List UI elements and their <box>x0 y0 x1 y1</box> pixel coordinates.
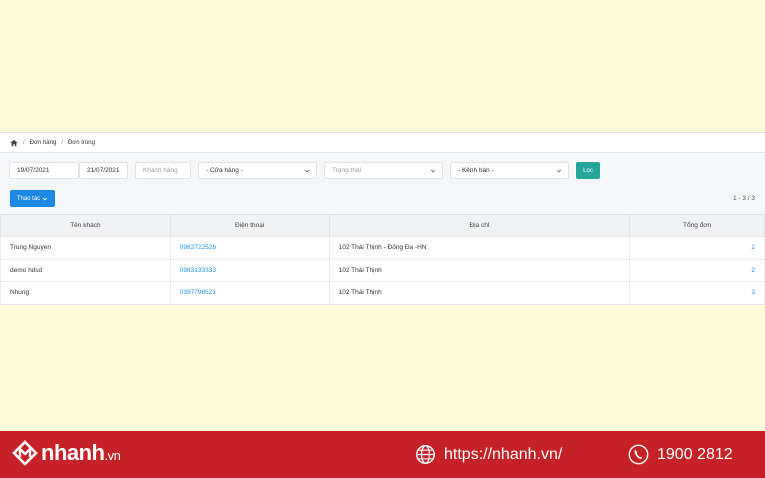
chevron-down-icon <box>43 197 48 201</box>
filter-button[interactable]: Lọc <box>576 162 600 179</box>
column-header-address[interactable]: Địa chỉ <box>328 214 631 237</box>
customer-address: 102 Thái Thịnh <box>328 258 631 282</box>
pagination-info: 1 - 3 / 3 <box>732 195 755 202</box>
customer-phone-link[interactable]: 0983133333 <box>169 258 330 282</box>
breadcrumb-duplicate-orders: Đơn trùng <box>67 139 95 146</box>
store-select[interactable]: - Cửa hàng - <box>198 162 317 179</box>
website-info: https://nhanh.vn/ <box>415 444 562 465</box>
duplicate-orders-table: Tên khách Điện thoại Địa chỉ Tổng đơn Tr… <box>0 214 765 305</box>
actions-dropdown-button[interactable]: Thao tác <box>10 190 55 207</box>
actions-label: Thao tác <box>16 195 41 202</box>
brand-footer: nhanh.vn https://nhanh.vn/ 1900 2812 <box>0 431 765 478</box>
total-orders-link[interactable]: 3 <box>629 281 765 305</box>
breadcrumb-separator: / <box>61 139 63 146</box>
table-row: Trung Nguyen 0982722526 102 Thái Thịnh -… <box>0 236 765 260</box>
customer-input[interactable]: Khách hàng <box>135 162 191 179</box>
total-orders-link[interactable]: 2 <box>629 236 765 260</box>
date-from-input[interactable]: 19/07/2021 <box>9 162 79 179</box>
customer-address: 102 Thái Thịnh <box>328 281 631 305</box>
globe-icon <box>416 445 435 464</box>
customer-phone-link[interactable]: 0982722526 <box>169 236 330 260</box>
column-header-customer[interactable]: Tên khách <box>0 214 171 237</box>
table-row: demo hdsd 0983133333 102 Thái Thịnh 2 <box>0 258 765 282</box>
nhanh-logo: nhanh.vn <box>12 440 121 466</box>
hotline-number[interactable]: 1900 2812 <box>657 446 733 464</box>
customer-name: Nhung <box>0 281 171 305</box>
chevron-down-icon <box>430 169 436 173</box>
chevron-down-icon <box>556 169 562 173</box>
column-header-total-orders[interactable]: Tổng đơn <box>629 214 765 237</box>
column-header-phone[interactable]: Điện thoại <box>169 214 330 237</box>
date-to-input[interactable]: 21/07/2021 <box>79 162 128 179</box>
nhanh-logo-icon <box>12 440 38 466</box>
breadcrumb: / Đơn hàng / Đơn trùng <box>0 133 765 153</box>
breadcrumb-orders[interactable]: Đơn hàng <box>30 140 57 146</box>
total-orders-link[interactable]: 2 <box>629 258 765 282</box>
status-select[interactable]: Trạng thái <box>324 162 443 179</box>
brand-name: nhanh.vn <box>41 440 121 465</box>
phone-icon <box>628 444 649 465</box>
website-link[interactable]: https://nhanh.vn/ <box>444 446 562 464</box>
hotline-info: 1900 2812 <box>628 444 733 465</box>
customer-name: demo hdsd <box>0 258 171 282</box>
customer-phone-link[interactable]: 0397798521 <box>169 281 330 305</box>
chevron-down-icon <box>304 169 310 173</box>
customer-name: Trung Nguyen <box>0 236 171 260</box>
duplicate-orders-panel: / Đơn hàng / Đơn trùng 19/07/2021 21/07/… <box>0 132 765 305</box>
table-row: Nhung 0397798521 102 Thái Thịnh 3 <box>0 281 765 305</box>
breadcrumb-separator: / <box>23 139 25 146</box>
customer-address: 102 Thái Thịnh - Đống Đa -HN <box>328 236 631 260</box>
channel-select[interactable]: - Kênh bán - <box>450 162 569 179</box>
home-icon[interactable] <box>10 139 18 147</box>
